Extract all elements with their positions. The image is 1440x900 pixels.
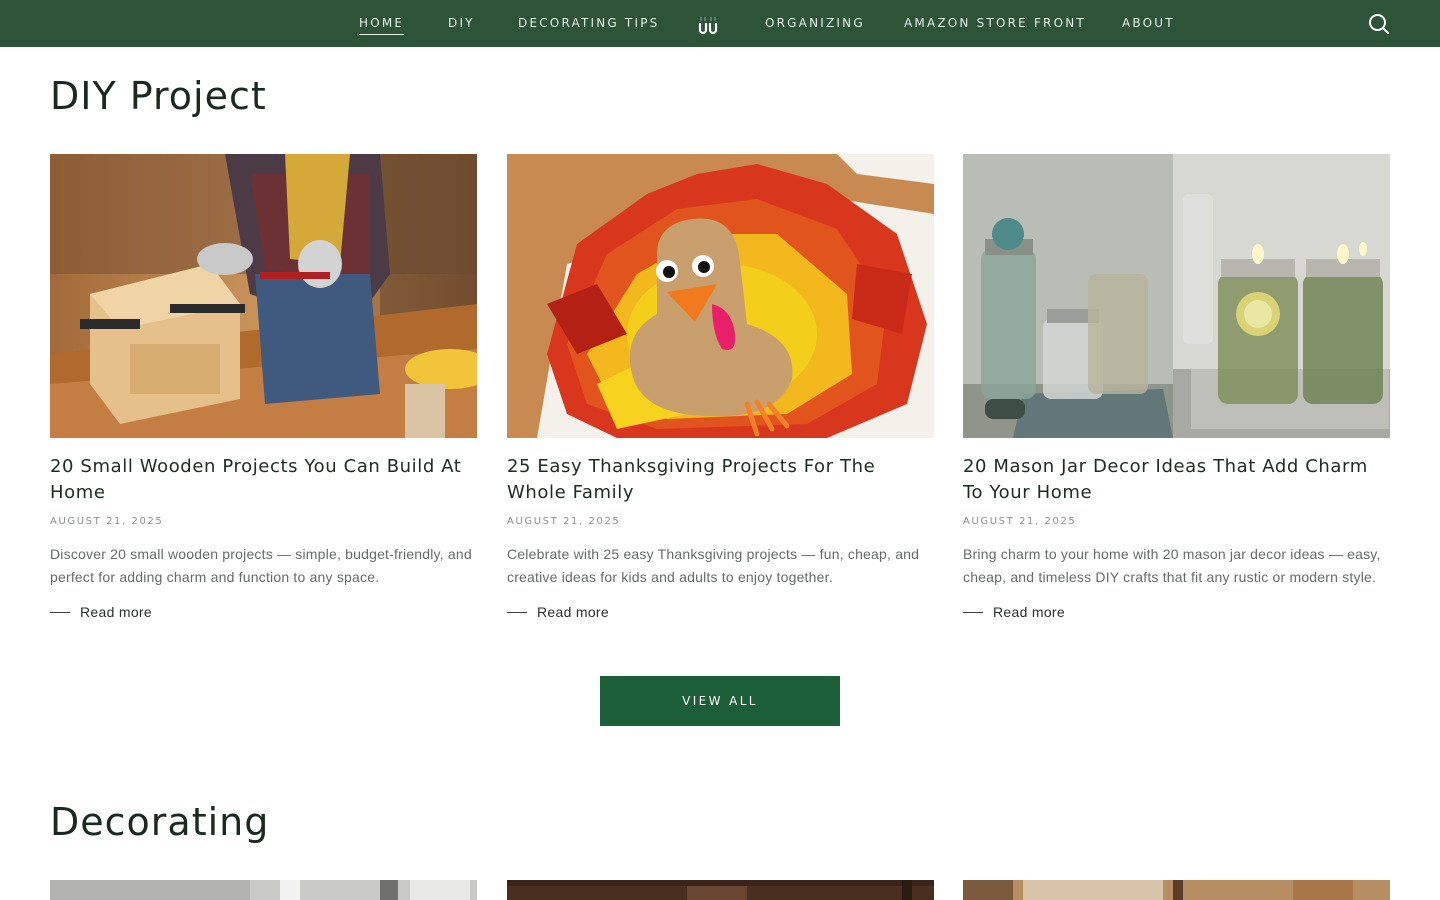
post-date: AUGUST 21, 2025 [50, 516, 164, 527]
search-icon[interactable] [1367, 12, 1391, 36]
dash-icon [963, 611, 983, 613]
uu-logo-icon[interactable] [698, 12, 720, 36]
post-title[interactable]: 20 Small Wooden Projects You Can Build A… [50, 454, 477, 506]
post-thumbnail-thanksgiving[interactable] [507, 154, 934, 438]
nav-organizing[interactable]: ORGANIZING [765, 16, 865, 30]
post-card: 20 Mason Jar Decor Ideas That Add Charm … [963, 154, 1390, 620]
section-title-decorating: Decorating [50, 800, 270, 844]
post-excerpt: Discover 20 small wooden projects — simp… [50, 546, 472, 585]
nav-home[interactable]: HOME [359, 16, 405, 35]
read-more-label: Read more [993, 604, 1065, 620]
read-more-link[interactable]: Read more [507, 604, 934, 620]
post-title[interactable]: 25 Easy Thanksgiving Projects For The Wh… [507, 454, 934, 506]
dash-icon [507, 611, 527, 613]
post-date: AUGUST 21, 2025 [963, 516, 1077, 527]
post-thumbnail-mason-jars[interactable] [963, 154, 1390, 438]
post-card: 20 Small Wooden Projects You Can Build A… [50, 154, 477, 620]
dash-icon [50, 611, 70, 613]
post-excerpt: Celebrate with 25 easy Thanksgiving proj… [507, 546, 920, 585]
post-thumbnail-decorating[interactable] [50, 880, 477, 900]
read-more-label: Read more [80, 604, 152, 620]
top-nav: HOME DIY DECORATING TIPS ORGANIZING AMAZ… [0, 0, 1440, 47]
post-date: AUGUST 21, 2025 [507, 516, 621, 527]
post-thumbnail-decorating[interactable] [507, 880, 934, 900]
nav-about[interactable]: ABOUT [1122, 16, 1175, 30]
post-thumbnail-wooden-projects[interactable] [50, 154, 477, 438]
read-more-link[interactable]: Read more [963, 604, 1390, 620]
view-all-button[interactable]: VIEW ALL [600, 676, 840, 726]
read-more-link[interactable]: Read more [50, 604, 477, 620]
post-title[interactable]: 20 Mason Jar Decor Ideas That Add Charm … [963, 454, 1390, 506]
section-title-diy: DIY Project [50, 74, 267, 118]
nav-amazon-store-front[interactable]: AMAZON STORE FRONT [904, 16, 1086, 30]
nav-diy[interactable]: DIY [448, 16, 475, 30]
read-more-label: Read more [537, 604, 609, 620]
post-card: 25 Easy Thanksgiving Projects For The Wh… [507, 154, 934, 620]
post-excerpt: Bring charm to your home with 20 mason j… [963, 546, 1381, 585]
post-thumbnail-decorating[interactable] [963, 880, 1390, 900]
nav-decorating-tips[interactable]: DECORATING TIPS [518, 16, 659, 30]
